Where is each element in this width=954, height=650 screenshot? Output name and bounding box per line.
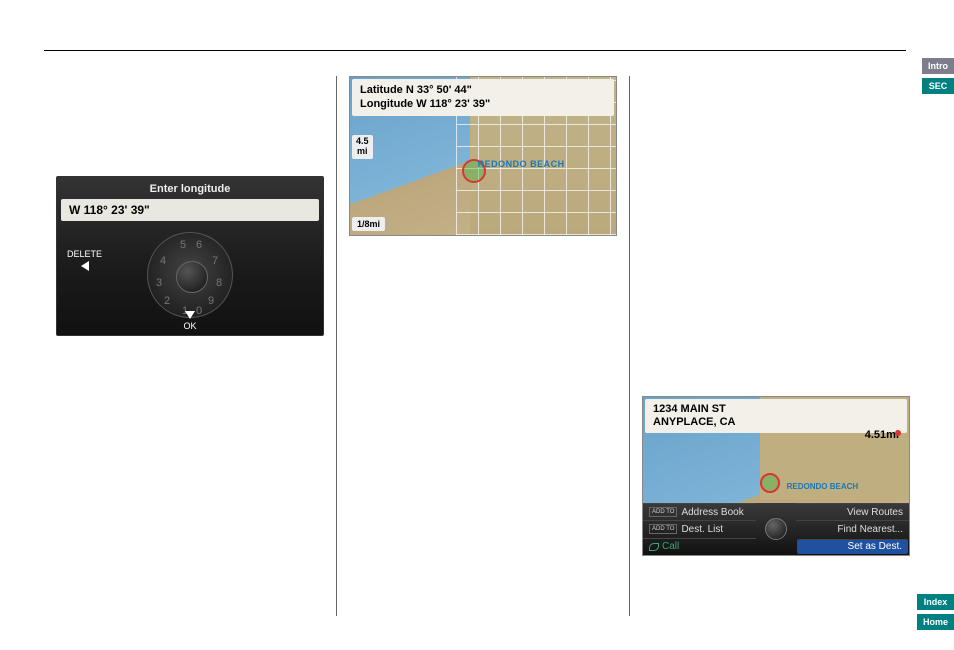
call-button[interactable]: Call xyxy=(643,538,756,555)
address-book-label: Address Book xyxy=(681,507,743,518)
view-routes-label: View Routes xyxy=(847,507,903,518)
map-marker-icon-2 xyxy=(760,473,780,493)
set-as-dest-label: Set as Dest. xyxy=(848,541,902,552)
find-nearest-button[interactable]: Find Nearest... xyxy=(796,520,909,537)
page-content: Enter longitude W 118° 23' 39" 5 6 4 7 3… xyxy=(44,50,906,620)
tab-home[interactable]: Home xyxy=(917,614,954,630)
menu-knob[interactable] xyxy=(756,503,796,555)
screen1-title: Enter longitude xyxy=(57,183,323,195)
delete-label: DELETE xyxy=(67,249,102,259)
dial-digit-8[interactable]: 8 xyxy=(216,277,222,289)
destination-pin-icon xyxy=(895,430,901,436)
find-nearest-label: Find Nearest... xyxy=(837,524,903,535)
knob-icon xyxy=(765,518,787,540)
page-rule xyxy=(44,50,906,51)
address-line2: ANYPLACE, CA xyxy=(653,416,899,429)
dial-digit-2[interactable]: 2 xyxy=(164,295,170,307)
coordinate-map-screen[interactable]: Latitude N 33° 50' 44" Longitude W 118° … xyxy=(349,76,617,236)
side-tabs-top: Intro SEC xyxy=(922,58,954,94)
column-right: 1234 MAIN ST ANYPLACE, CA 4.51mi REDONDO… xyxy=(629,76,914,616)
route-options-screen[interactable]: 1234 MAIN ST ANYPLACE, CA 4.51mi REDONDO… xyxy=(642,396,910,556)
longitude-readout: W 118° 23' 39" xyxy=(61,199,319,221)
dial-digit-6[interactable]: 6 xyxy=(196,239,202,251)
enter-longitude-screen: Enter longitude W 118° 23' 39" 5 6 4 7 3… xyxy=(56,176,324,336)
ok-label: OK xyxy=(183,321,196,331)
address-book-button[interactable]: ADD TO Address Book xyxy=(643,503,756,520)
address-line1: 1234 MAIN ST xyxy=(653,403,899,416)
rotary-dial[interactable]: 5 6 4 7 3 8 2 9 1 0 xyxy=(147,232,233,318)
place-label-2: REDONDO BEACH xyxy=(787,482,859,491)
distance-text: 4.51mi xyxy=(865,429,899,441)
longitude-text: Longitude W 118° 23' 39" xyxy=(360,97,606,111)
addto-badge-2: ADD TO xyxy=(649,524,677,534)
dial-digit-7[interactable]: 7 xyxy=(212,255,218,267)
arrow-left-icon xyxy=(81,261,89,271)
distance-unit: mi xyxy=(356,147,369,157)
scale-badge: 1/8mi xyxy=(352,217,385,231)
dial-digit-9[interactable]: 9 xyxy=(208,295,214,307)
route-menu: ADD TO Address Book ADD TO Dest. List Ca… xyxy=(643,503,909,555)
tab-intro[interactable]: Intro xyxy=(922,58,954,74)
phone-icon xyxy=(649,543,659,551)
tab-index[interactable]: Index xyxy=(917,594,954,610)
latitude-text: Latitude N 33° 50' 44" xyxy=(360,83,606,97)
delete-button[interactable]: DELETE xyxy=(67,249,102,271)
coord-overlay: Latitude N 33° 50' 44" Longitude W 118° … xyxy=(352,79,614,116)
dial-digit-3[interactable]: 3 xyxy=(156,277,162,289)
dial-digit-4[interactable]: 4 xyxy=(160,255,166,267)
column-middle: Latitude N 33° 50' 44" Longitude W 118° … xyxy=(336,76,629,616)
arrow-down-icon xyxy=(185,311,195,319)
set-as-dest-button[interactable]: Set as Dest. xyxy=(797,539,908,554)
column-left: Enter longitude W 118° 23' 39" 5 6 4 7 3… xyxy=(44,76,336,616)
ok-button[interactable]: OK xyxy=(57,311,323,331)
distance-badge: 4.5 mi xyxy=(352,135,373,159)
dest-list-label: Dest. List xyxy=(681,524,723,535)
addto-badge: ADD TO xyxy=(649,507,677,517)
side-tabs-bottom: Index Home xyxy=(917,594,954,630)
dial-digit-5[interactable]: 5 xyxy=(180,239,186,251)
place-label: REDONDO BEACH xyxy=(478,159,565,169)
tab-sec[interactable]: SEC xyxy=(922,78,954,94)
view-routes-button[interactable]: View Routes xyxy=(796,503,909,520)
dest-list-button[interactable]: ADD TO Dest. List xyxy=(643,520,756,537)
call-label: Call xyxy=(662,541,679,552)
